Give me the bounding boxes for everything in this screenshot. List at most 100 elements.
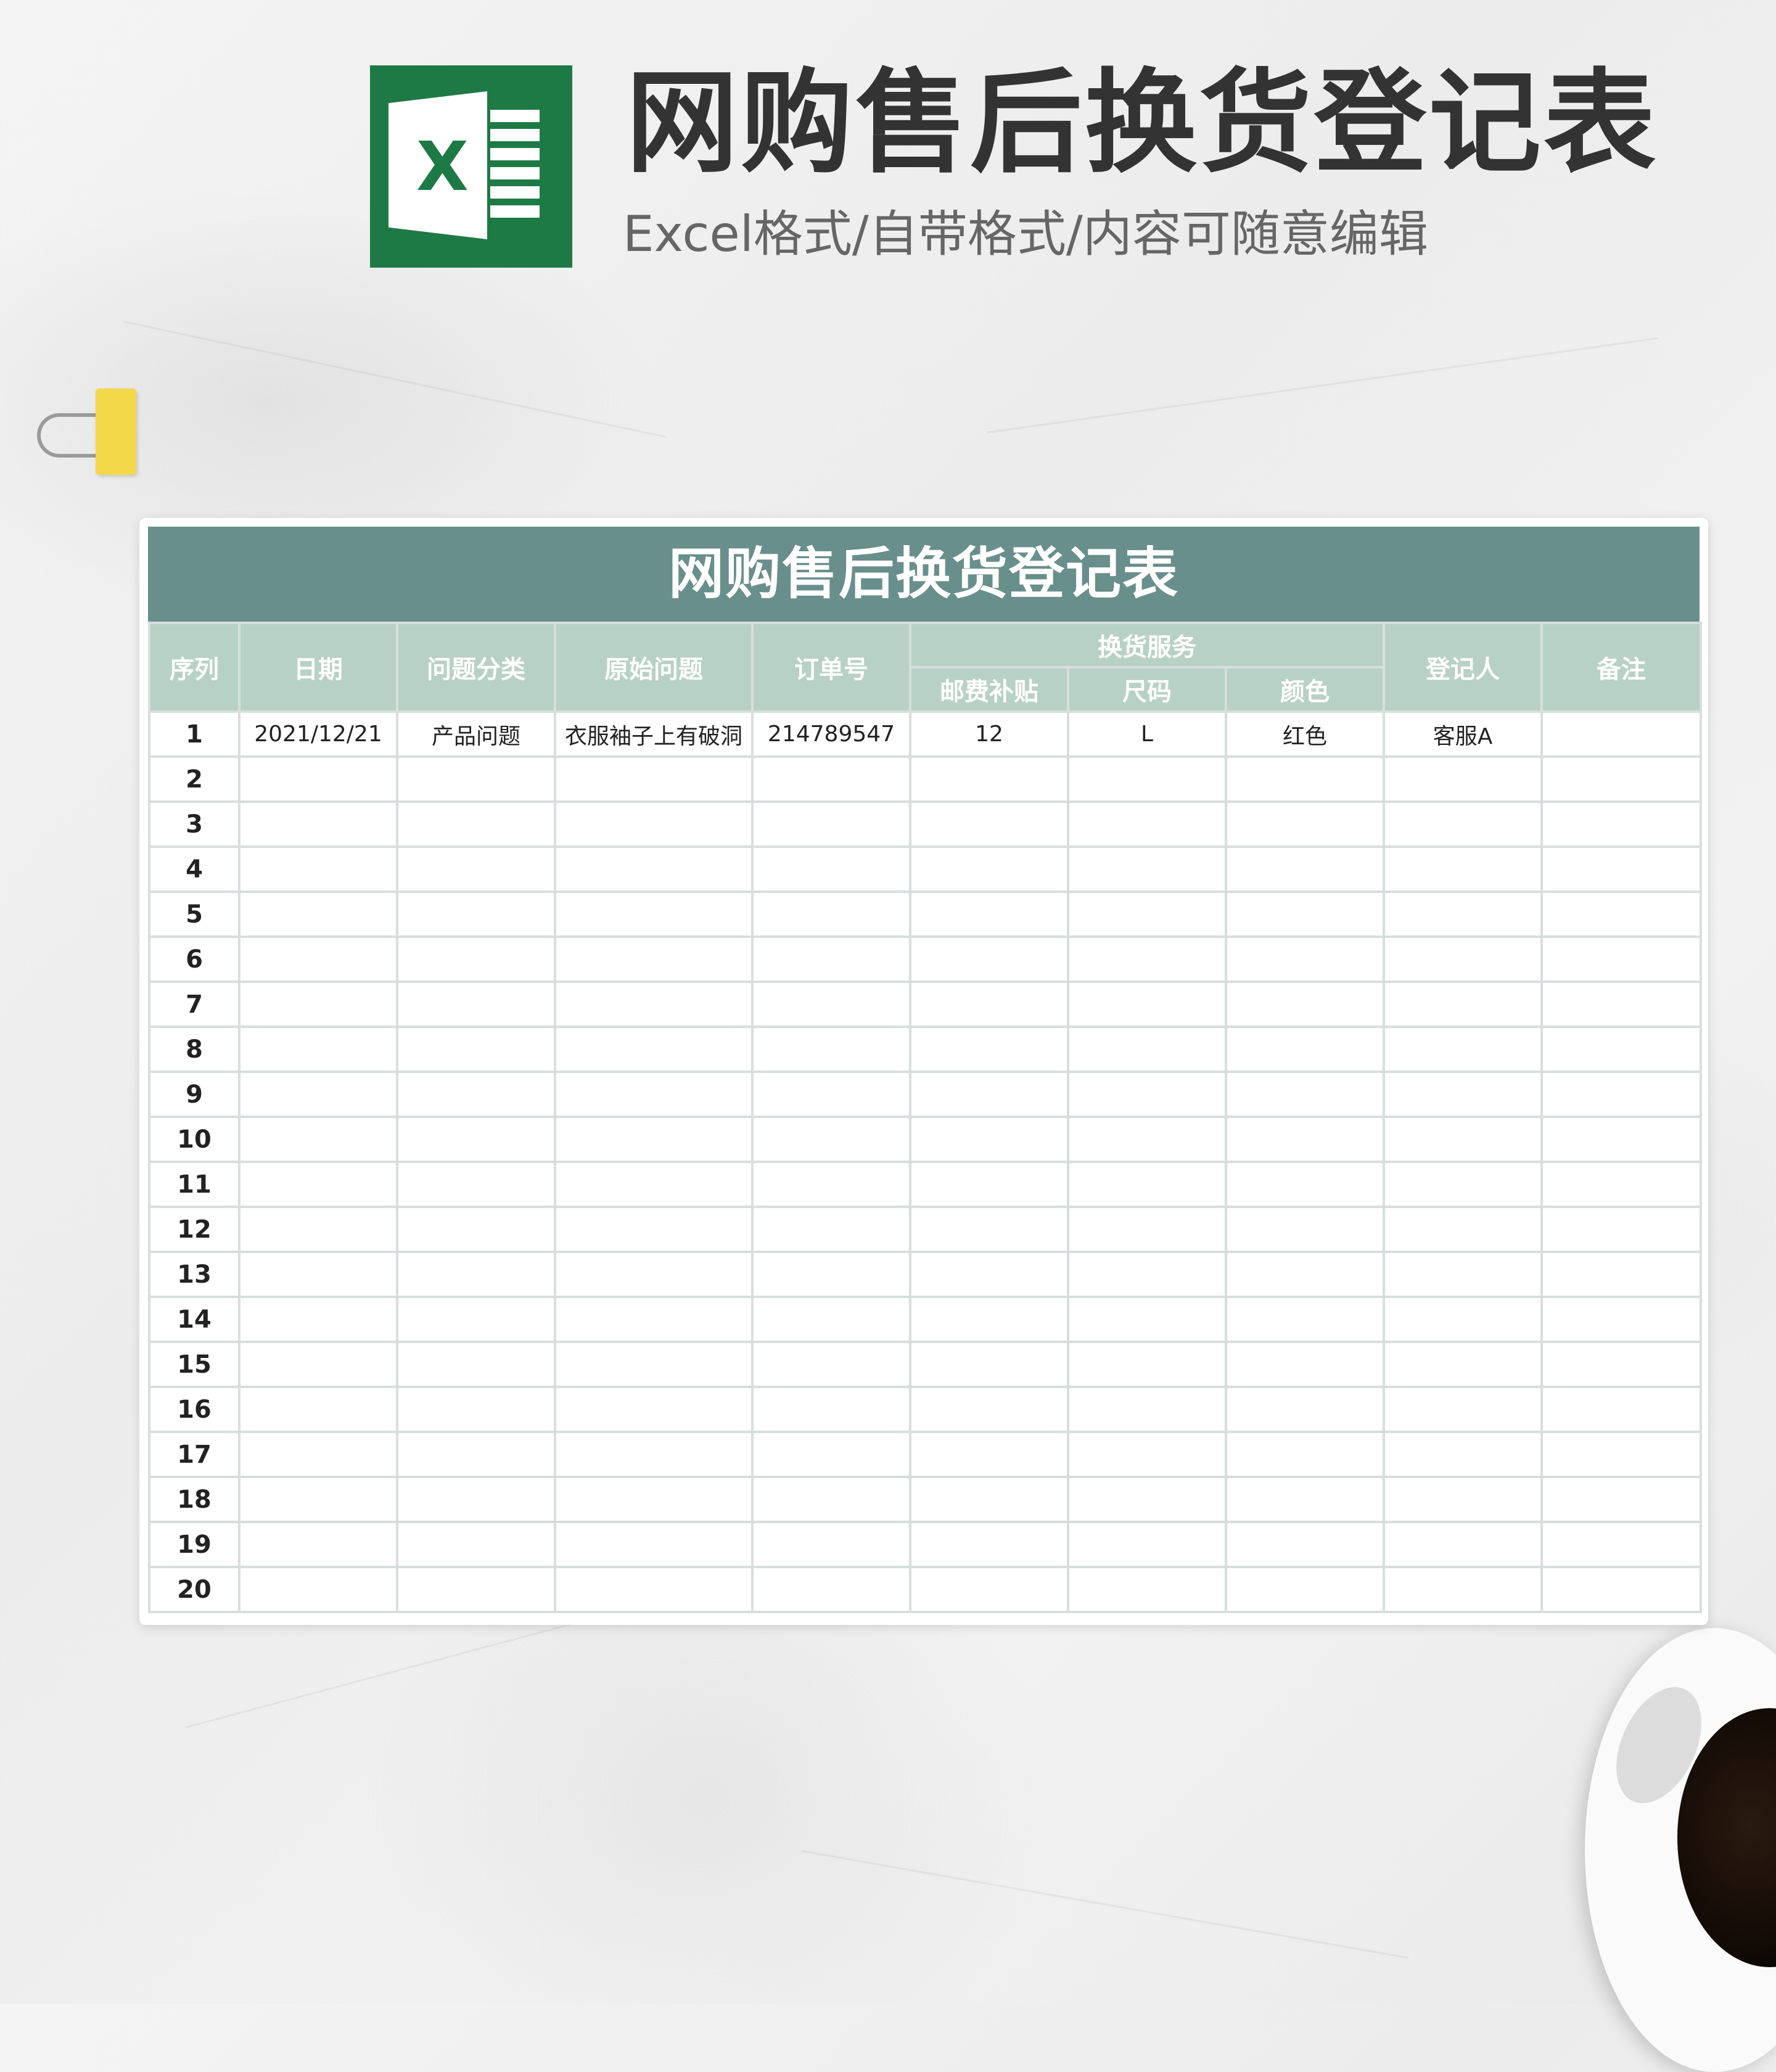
cell-color[interactable]: [1224, 890, 1386, 938]
cell-size[interactable]: [1067, 800, 1227, 848]
cell-date[interactable]: [238, 845, 398, 893]
cell-category[interactable]: [396, 1071, 556, 1118]
cell-color[interactable]: [1224, 845, 1386, 893]
cell-size[interactable]: [1067, 1341, 1227, 1388]
cell-date[interactable]: [238, 935, 398, 983]
cell-postage-subsidy[interactable]: [909, 1341, 1069, 1388]
cell-order-no[interactable]: [751, 800, 911, 848]
cell-category[interactable]: [396, 1161, 556, 1208]
cell-seq[interactable]: 3: [148, 800, 240, 848]
cell-date[interactable]: [238, 1161, 398, 1208]
cell-category[interactable]: [396, 1026, 556, 1073]
cell-postage-subsidy[interactable]: [909, 800, 1069, 848]
cell-date[interactable]: [238, 1566, 398, 1613]
cell-color[interactable]: [1224, 1251, 1386, 1298]
cell-remark[interactable]: [1540, 755, 1703, 803]
cell-remark[interactable]: [1540, 1521, 1703, 1568]
cell-original-issue[interactable]: [554, 1476, 754, 1523]
cell-size[interactable]: [1067, 1026, 1227, 1073]
cell-original-issue[interactable]: [554, 1566, 754, 1613]
cell-registrar[interactable]: [1383, 1026, 1544, 1073]
cell-date[interactable]: [238, 1071, 398, 1118]
cell-category[interactable]: [396, 1431, 556, 1478]
cell-order-no[interactable]: [751, 980, 911, 1028]
cell-seq[interactable]: 6: [148, 935, 240, 983]
cell-registrar[interactable]: [1383, 1071, 1544, 1118]
cell-order-no[interactable]: [751, 1521, 911, 1568]
cell-color[interactable]: [1224, 755, 1386, 803]
cell-size[interactable]: [1067, 1206, 1227, 1253]
cell-color[interactable]: [1224, 935, 1386, 983]
cell-registrar[interactable]: [1383, 845, 1544, 893]
cell-remark[interactable]: [1540, 1341, 1703, 1388]
cell-size[interactable]: [1067, 1386, 1227, 1433]
cell-postage-subsidy[interactable]: [909, 755, 1069, 803]
cell-date[interactable]: [238, 890, 398, 938]
cell-remark[interactable]: [1540, 1206, 1703, 1253]
cell-category[interactable]: [396, 1206, 556, 1253]
cell-postage-subsidy[interactable]: [909, 890, 1069, 938]
cell-seq[interactable]: 4: [148, 845, 240, 893]
cell-category[interactable]: 产品问题: [396, 710, 556, 758]
cell-postage-subsidy[interactable]: [909, 980, 1069, 1028]
cell-remark[interactable]: [1540, 980, 1703, 1028]
cell-size[interactable]: [1067, 1476, 1227, 1523]
cell-date[interactable]: [238, 800, 398, 848]
cell-seq[interactable]: 8: [148, 1026, 240, 1073]
cell-order-no[interactable]: [751, 1071, 911, 1118]
cell-order-no[interactable]: [751, 1296, 911, 1343]
cell-size[interactable]: [1067, 1296, 1227, 1343]
cell-color[interactable]: [1224, 980, 1386, 1028]
cell-date[interactable]: [238, 1296, 398, 1343]
cell-seq[interactable]: 15: [148, 1341, 240, 1388]
cell-color[interactable]: [1224, 800, 1386, 848]
cell-remark[interactable]: [1540, 890, 1703, 938]
cell-original-issue[interactable]: [554, 980, 754, 1028]
cell-order-no[interactable]: [751, 1341, 911, 1388]
cell-original-issue[interactable]: [554, 890, 754, 938]
cell-size[interactable]: [1067, 1161, 1227, 1208]
cell-seq[interactable]: 20: [148, 1566, 240, 1613]
cell-original-issue[interactable]: [554, 845, 754, 893]
cell-category[interactable]: [396, 1476, 556, 1523]
cell-original-issue[interactable]: [554, 755, 754, 803]
cell-order-no[interactable]: [751, 1116, 911, 1163]
cell-original-issue[interactable]: [554, 1296, 754, 1343]
cell-date[interactable]: [238, 1026, 398, 1073]
cell-date[interactable]: [238, 1341, 398, 1388]
cell-remark[interactable]: [1540, 935, 1703, 983]
cell-remark[interactable]: [1540, 1026, 1703, 1073]
cell-color[interactable]: [1224, 1026, 1386, 1073]
cell-order-no[interactable]: [751, 845, 911, 893]
cell-color[interactable]: 红色: [1224, 710, 1386, 758]
cell-remark[interactable]: [1540, 1386, 1703, 1433]
cell-original-issue[interactable]: [554, 1026, 754, 1073]
cell-postage-subsidy[interactable]: 12: [909, 710, 1069, 758]
cell-size[interactable]: [1067, 980, 1227, 1028]
cell-remark[interactable]: [1540, 1566, 1703, 1613]
cell-seq[interactable]: 14: [148, 1296, 240, 1343]
cell-postage-subsidy[interactable]: [909, 1476, 1069, 1523]
cell-size[interactable]: [1067, 1431, 1227, 1478]
cell-size[interactable]: [1067, 1251, 1227, 1298]
cell-remark[interactable]: [1540, 1296, 1703, 1343]
cell-original-issue[interactable]: [554, 1116, 754, 1163]
cell-registrar[interactable]: [1383, 1431, 1544, 1478]
cell-original-issue[interactable]: [554, 1341, 754, 1388]
cell-category[interactable]: [396, 1386, 556, 1433]
cell-remark[interactable]: [1540, 800, 1703, 848]
cell-size[interactable]: [1067, 890, 1227, 938]
cell-original-issue[interactable]: [554, 1431, 754, 1478]
cell-date[interactable]: [238, 1206, 398, 1253]
cell-remark[interactable]: [1540, 1476, 1703, 1523]
cell-color[interactable]: [1224, 1161, 1386, 1208]
cell-seq[interactable]: 16: [148, 1386, 240, 1433]
cell-order-no[interactable]: [751, 935, 911, 983]
cell-date[interactable]: [238, 755, 398, 803]
cell-color[interactable]: [1224, 1476, 1386, 1523]
cell-original-issue[interactable]: [554, 1251, 754, 1298]
cell-category[interactable]: [396, 1251, 556, 1298]
cell-original-issue[interactable]: [554, 1206, 754, 1253]
cell-seq[interactable]: 10: [148, 1116, 240, 1163]
cell-color[interactable]: [1224, 1071, 1386, 1118]
